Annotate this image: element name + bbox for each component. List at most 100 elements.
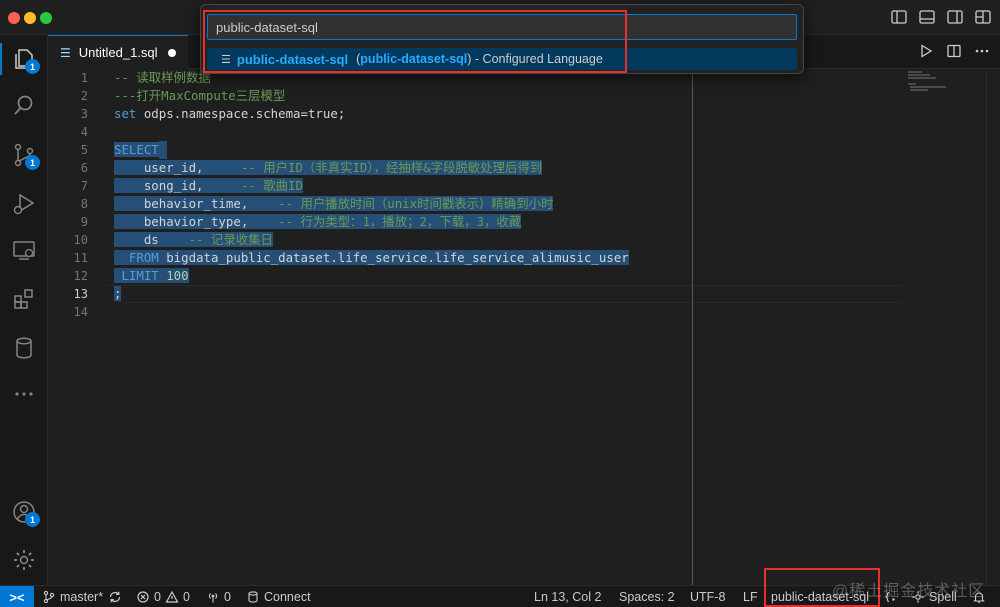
code-line-12: LIMIT 100: [114, 267, 629, 285]
column-behavior-time: behavior_time,: [114, 196, 249, 211]
line-number: 8: [80, 197, 88, 211]
keyword-set: set: [114, 106, 137, 121]
code-line-7: song_id, -- 歌曲ID: [114, 177, 629, 195]
gear-icon: [14, 550, 34, 570]
more-views-button[interactable]: [0, 370, 48, 418]
code-line-13: ;: [114, 285, 629, 303]
limit-value: 100: [158, 268, 189, 283]
line-number: 10: [73, 233, 88, 247]
toggle-secondary-sidebar-icon[interactable]: [946, 8, 964, 26]
run-debug-icon: [13, 193, 35, 215]
sql-file-icon: ☰: [60, 45, 71, 60]
ports-count: 0: [224, 590, 231, 604]
column-behavior-type: behavior_type,: [114, 214, 249, 229]
run-debug-button[interactable]: [0, 180, 48, 228]
encoding-indicator[interactable]: UTF-8: [690, 586, 725, 607]
connect-button[interactable]: Connect: [246, 586, 311, 607]
code-line-9: behavior_type, -- 行为类型：1，播放；2，下载，3，收藏: [114, 213, 629, 231]
line-number: 9: [80, 215, 88, 229]
source-control-badge: 1: [25, 155, 40, 170]
database-icon: [16, 337, 32, 359]
remote-explorer-button[interactable]: [0, 226, 48, 274]
code-line-11: FROM bigdata_public_dataset.life_service…: [114, 249, 629, 267]
line-number: 14: [73, 305, 88, 319]
comment-ds: -- 记录收集日: [158, 232, 273, 247]
problems-indicator[interactable]: 0 0: [136, 586, 190, 607]
semicolon: ;: [114, 286, 122, 301]
tab-untitled-sql[interactable]: ☰ Untitled_1.sql: [48, 35, 188, 69]
vertical-scrollbar[interactable]: [986, 69, 1000, 585]
table-name: bigdata_public_dataset.life_service.life…: [158, 250, 629, 265]
accounts-button[interactable]: 1: [0, 488, 48, 536]
accounts-badge: 1: [25, 512, 40, 527]
ellipsis-icon: [15, 392, 33, 396]
sync-icon: [109, 591, 121, 603]
comment-behavior-time: -- 用户播放时间（unix时间戳表示）精确到小时: [248, 196, 554, 211]
keyword-limit: LIMIT: [114, 268, 159, 283]
comment-behavior-type: -- 行为类型：1，播放；2，下载，3，收藏: [248, 214, 522, 229]
code-line-10: ds -- 记录收集日: [114, 231, 629, 249]
comment-user-id: -- 用户ID（非真实ID），经抽样&字段脱敏处理后得到: [203, 160, 543, 175]
database-icon: [248, 591, 258, 603]
code-line-2: ---打开MaxCompute三层模型: [114, 88, 286, 103]
branch-indicator[interactable]: master*: [42, 586, 103, 607]
extensions-icon: [14, 289, 33, 309]
code-editor[interactable]: 1 2 3 4 5 6 7 8 9 10 11 12 13 14 -- 读取样例数据 ---打开MaxCo…: [48, 69, 1000, 585]
warning-icon: [165, 590, 179, 603]
branch-icon: [43, 590, 55, 604]
close-window-button[interactable]: [8, 12, 20, 24]
explorer-button[interactable]: 1: [0, 35, 48, 83]
tab-label: Untitled_1.sql: [78, 45, 158, 60]
line-number: 4: [80, 125, 88, 139]
keyword-select: SELECT: [114, 142, 159, 157]
more-actions-icon[interactable]: [974, 43, 990, 59]
column-song-id: song_id,: [114, 178, 204, 193]
error-count: 0: [154, 590, 161, 604]
error-icon: [137, 591, 149, 603]
watermark: @稀土掘金技术社区: [832, 583, 986, 600]
line-number: 5: [80, 143, 88, 157]
ports-indicator[interactable]: 0: [206, 586, 231, 607]
code-line-5: SELECT: [114, 141, 629, 159]
comment-song-id: -- 歌曲ID: [203, 178, 303, 193]
sync-button[interactable]: [108, 586, 122, 607]
line-number-gutter: 1 2 3 4 5 6 7 8 9 10 11 12 13 14: [48, 69, 108, 321]
search-icon: [14, 95, 33, 115]
manage-button[interactable]: [0, 536, 48, 584]
explorer-badge: 1: [25, 59, 40, 74]
keyword-from: FROM: [114, 250, 159, 265]
extensions-button[interactable]: [0, 275, 48, 323]
source-control-button[interactable]: 1: [0, 131, 48, 179]
code-line-6: user_id, -- 用户ID（非真实ID），经抽样&字段脱敏处理后得到: [114, 159, 629, 177]
search-button[interactable]: [0, 81, 48, 129]
connect-label: Connect: [264, 590, 311, 604]
code-line-8: behavior_time, -- 用户播放时间（unix时间戳表示）精确到小时: [114, 195, 629, 213]
column-user-id: user_id,: [114, 160, 204, 175]
database-button[interactable]: [0, 324, 48, 372]
column-ruler: [692, 69, 693, 585]
run-icon[interactable]: [918, 43, 934, 59]
warning-count: 0: [182, 590, 190, 604]
eol-indicator[interactable]: LF: [743, 586, 758, 607]
maximize-window-button[interactable]: [40, 12, 52, 24]
line-number: 12: [73, 269, 88, 283]
line-number: 2: [80, 89, 88, 103]
unsaved-dot-icon[interactable]: [168, 49, 176, 57]
line-number: 13: [73, 287, 88, 301]
customize-layout-icon[interactable]: [974, 8, 992, 26]
code-content[interactable]: -- 读取样例数据 ---打开MaxCompute三层模型 set odps.n…: [114, 69, 629, 321]
split-editor-icon[interactable]: [946, 43, 962, 59]
toggle-panel-icon[interactable]: [918, 8, 936, 26]
minimize-window-button[interactable]: [24, 12, 36, 24]
indentation-indicator[interactable]: Spaces: 2: [619, 586, 675, 607]
remote-indicator-button[interactable]: ><: [0, 586, 34, 607]
remote-icon: ><: [9, 589, 25, 605]
line-number: 7: [80, 179, 88, 193]
activity-bar: 1 1 1: [0, 35, 48, 585]
cursor-position[interactable]: Ln 13, Col 2: [534, 586, 601, 607]
broadcast-icon: [208, 593, 218, 603]
column-ds: ds: [114, 232, 159, 247]
code-line-3: set odps.namespace.schema=true;: [114, 105, 629, 123]
toggle-primary-sidebar-icon[interactable]: [890, 8, 908, 26]
